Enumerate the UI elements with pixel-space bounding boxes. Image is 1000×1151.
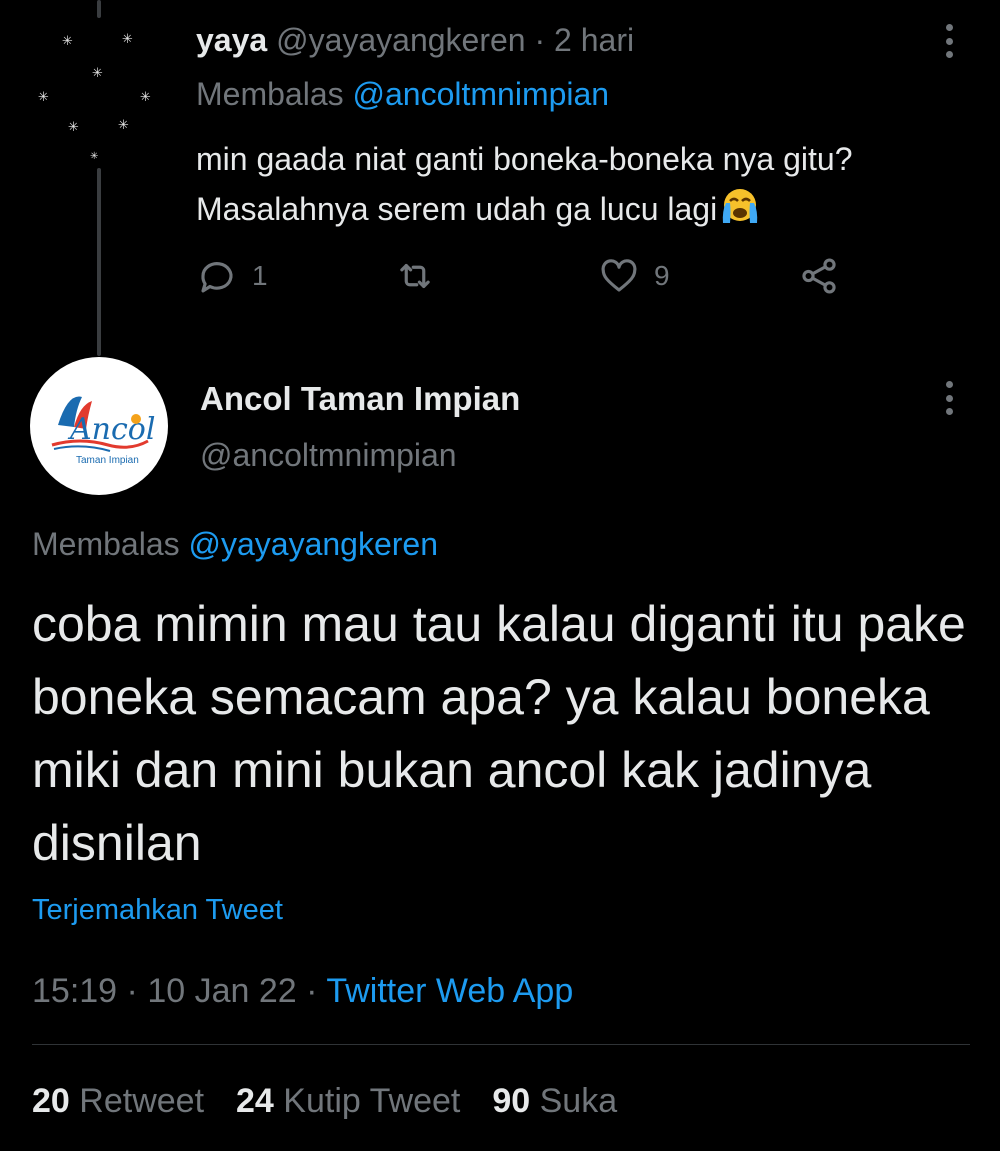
share-icon <box>802 258 836 294</box>
ancol-logo-subtext: Taman Impian <box>76 455 139 466</box>
reply-header: yaya @yayayangkeren · 2 hari <box>196 22 634 59</box>
main-replying-mention-link[interactable]: @yayayangkeren <box>189 526 439 562</box>
avatar-yaya[interactable]: ✳ ✳ ✳ ✳ ✳ ✳ ✳ ✳ <box>30 18 168 162</box>
heart-icon <box>601 259 637 292</box>
likes-count: 90 <box>492 1082 531 1120</box>
main-replying-to: Membalas @yayayangkeren <box>32 526 438 563</box>
sparkle-icon: ✳ <box>140 89 151 104</box>
reply-time[interactable]: 2 hari <box>554 22 634 58</box>
reply-text: min gaada niat ganti boneka-boneka nya g… <box>196 134 986 234</box>
thread-connector <box>97 168 101 356</box>
reply-actions: 1 9 <box>196 252 896 300</box>
reply-text-line-2-text: Masalahnya serem udah ga lucu lagi <box>196 191 718 227</box>
reply-separator: · <box>534 22 546 58</box>
reply-author-handle[interactable]: @yayayangkeren <box>276 22 526 58</box>
quotes-count: 24 <box>236 1082 274 1120</box>
retweet-action-button[interactable] <box>394 252 450 300</box>
share-action-button[interactable] <box>798 252 840 300</box>
reply-action-button[interactable]: 1 <box>196 252 268 300</box>
main-author-name[interactable]: Ancol Taman Impian <box>200 380 520 418</box>
retweets-stat[interactable]: 20 Retweet <box>32 1082 204 1121</box>
crying-face-emoji-icon <box>723 189 758 223</box>
sparkle-icon: ✳ <box>68 119 79 134</box>
retweets-label: Retweet <box>79 1082 205 1120</box>
tweet-stats: 20 Retweet 24 Kutip Tweet 90 Suka <box>32 1082 617 1121</box>
main-tweet-text: coba mimin mau tau kalau diganti itu pak… <box>32 596 966 871</box>
reply-more-icon[interactable] <box>945 24 953 58</box>
replying-mention-link[interactable]: @ancoltmnimpian <box>353 76 610 112</box>
reply-author-name[interactable]: yaya <box>196 22 267 58</box>
sparkle-icon: ✳ <box>90 151 99 162</box>
avatar-ancol[interactable]: Ancol Taman Impian <box>30 357 168 495</box>
quotes-stat[interactable]: 24 Kutip Tweet <box>236 1082 460 1121</box>
stats-divider <box>32 1044 970 1045</box>
thread-connector-top <box>97 0 101 18</box>
tweet-date[interactable]: 10 Jan 22 <box>147 972 296 1010</box>
tweet-source-link[interactable]: Twitter Web App <box>326 972 573 1010</box>
tweet-time[interactable]: 15:19 <box>32 972 117 1010</box>
ancol-logo: Ancol Taman Impian <box>51 396 155 466</box>
retweets-count: 20 <box>32 1082 70 1120</box>
sparkle-icon: ✳ <box>122 31 133 46</box>
replying-label: Membalas <box>196 76 344 112</box>
sparkle-icon: ✳ <box>118 117 129 132</box>
reply-count: 1 <box>252 260 268 291</box>
tweet-thread: ✳ ✳ ✳ ✳ ✳ ✳ ✳ ✳ yaya @yayayangkeren · 2 … <box>0 0 1000 1151</box>
quotes-label: Kutip Tweet <box>283 1082 461 1120</box>
reply-text-line-2: Masalahnya serem udah ga lucu lagi <box>196 184 986 234</box>
meta-separator-2: · <box>306 972 318 1010</box>
reply-icon <box>201 262 233 293</box>
translate-tweet-link[interactable]: Terjemahkan Tweet <box>32 894 283 927</box>
likes-stat[interactable]: 90 Suka <box>492 1082 617 1121</box>
sparkle-icon: ✳ <box>62 33 73 48</box>
main-more-icon[interactable] <box>945 381 953 415</box>
retweet-icon <box>400 263 430 289</box>
like-action-button[interactable]: 9 <box>598 252 670 300</box>
reply-replying-to: Membalas @ancoltmnimpian <box>196 76 609 113</box>
main-replying-label: Membalas <box>32 526 180 562</box>
reply-text-line-1: min gaada niat ganti boneka-boneka nya g… <box>196 141 853 177</box>
meta-separator-1: · <box>126 972 138 1010</box>
tweet-meta: 15:19 · 10 Jan 22 · Twitter Web App <box>32 972 573 1011</box>
main-author-handle[interactable]: @ancoltmnimpian <box>200 437 457 474</box>
sparkle-icon: ✳ <box>38 89 49 104</box>
likes-label: Suka <box>539 1082 618 1120</box>
like-count: 9 <box>654 260 670 291</box>
sparkle-icon: ✳ <box>92 65 103 80</box>
